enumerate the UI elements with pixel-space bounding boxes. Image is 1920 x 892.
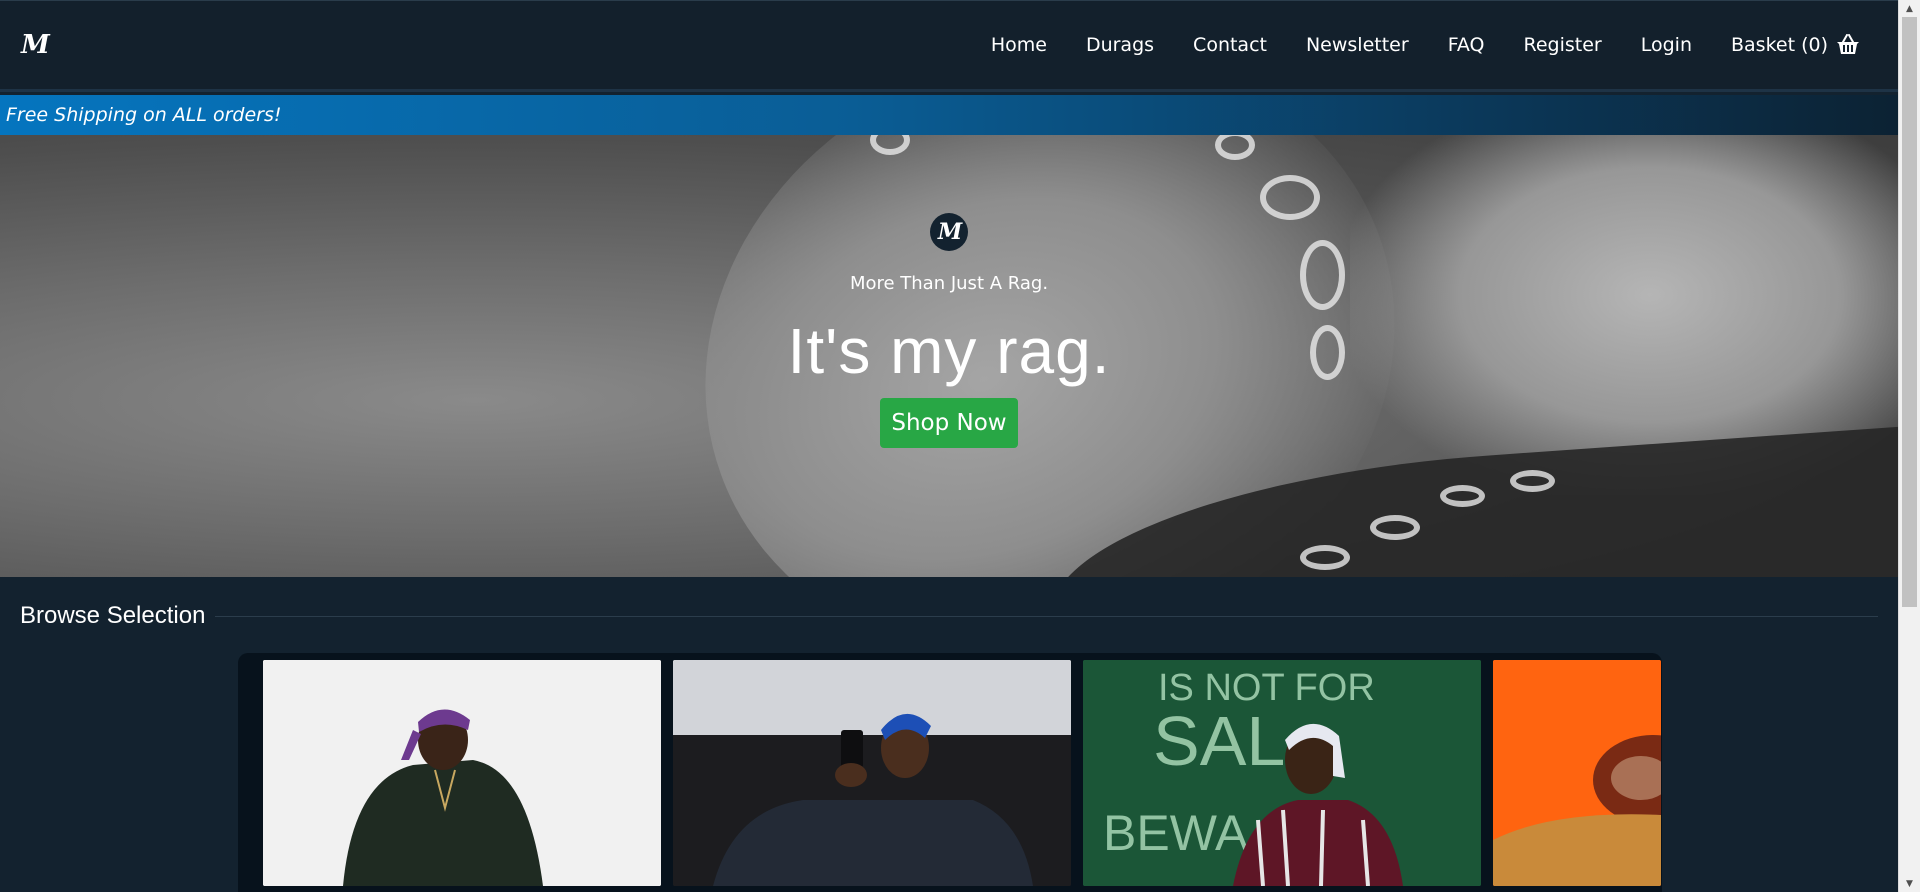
product-image (263, 660, 661, 886)
product-image (673, 660, 1071, 886)
product-carousel: IS NOT FOR SAL BEWA (238, 653, 1662, 892)
product-image (1493, 660, 1661, 886)
product-card[interactable] (673, 660, 1071, 886)
promo-text: Free Shipping on ALL orders! (6, 104, 282, 126)
svg-text:BEWA: BEWA (1103, 805, 1249, 861)
browse-title: Browse Selection (20, 602, 206, 629)
scroll-down-arrow-icon[interactable]: ▼ (1899, 875, 1920, 892)
nav-link-newsletter[interactable]: Newsletter (1306, 34, 1409, 56)
hero-logo: M (930, 213, 968, 251)
hero-content: M More Than Just A Rag. It's my rag. Sho… (0, 135, 1898, 577)
browse-section-header: Browse Selection (20, 598, 1878, 634)
nav-link-login[interactable]: Login (1641, 34, 1692, 56)
product-card[interactable] (1493, 660, 1661, 886)
nav-link-contact[interactable]: Contact (1193, 34, 1267, 56)
nav-link-register[interactable]: Register (1524, 34, 1602, 56)
product-image: IS NOT FOR SAL BEWA (1083, 660, 1481, 886)
basket-label: Basket (0) (1731, 34, 1828, 56)
promo-banner: Free Shipping on ALL orders! (0, 95, 1898, 135)
nav-link-home[interactable]: Home (991, 34, 1047, 56)
hero-tagline: More Than Just A Rag. (849, 273, 1049, 294)
scrollbar-thumb[interactable] (1902, 17, 1917, 607)
nav-link-basket[interactable]: Basket (0) (1731, 34, 1860, 56)
brand-logo[interactable]: M (21, 30, 50, 60)
hero-title: It's my rag. (787, 315, 1111, 387)
nav-link-faq[interactable]: FAQ (1448, 34, 1485, 56)
scroll-up-arrow-icon[interactable]: ▲ (1899, 0, 1920, 17)
svg-text:SAL: SAL (1153, 702, 1285, 780)
product-card[interactable]: IS NOT FOR SAL BEWA (1083, 660, 1481, 886)
nav-link-durags[interactable]: Durags (1086, 34, 1154, 56)
page-scrollbar[interactable]: ▲ ▼ (1898, 0, 1920, 892)
hero-banner: M More Than Just A Rag. It's my rag. Sho… (0, 135, 1898, 577)
shop-now-button[interactable]: Shop Now (880, 398, 1018, 448)
browse-divider (215, 615, 1878, 617)
top-navbar: M Home Durags Contact Newsletter FAQ Reg… (0, 0, 1898, 92)
basket-icon (1837, 34, 1859, 54)
product-card[interactable] (263, 660, 661, 886)
nav-links: Home Durags Contact Newsletter FAQ Regis… (991, 34, 1860, 56)
